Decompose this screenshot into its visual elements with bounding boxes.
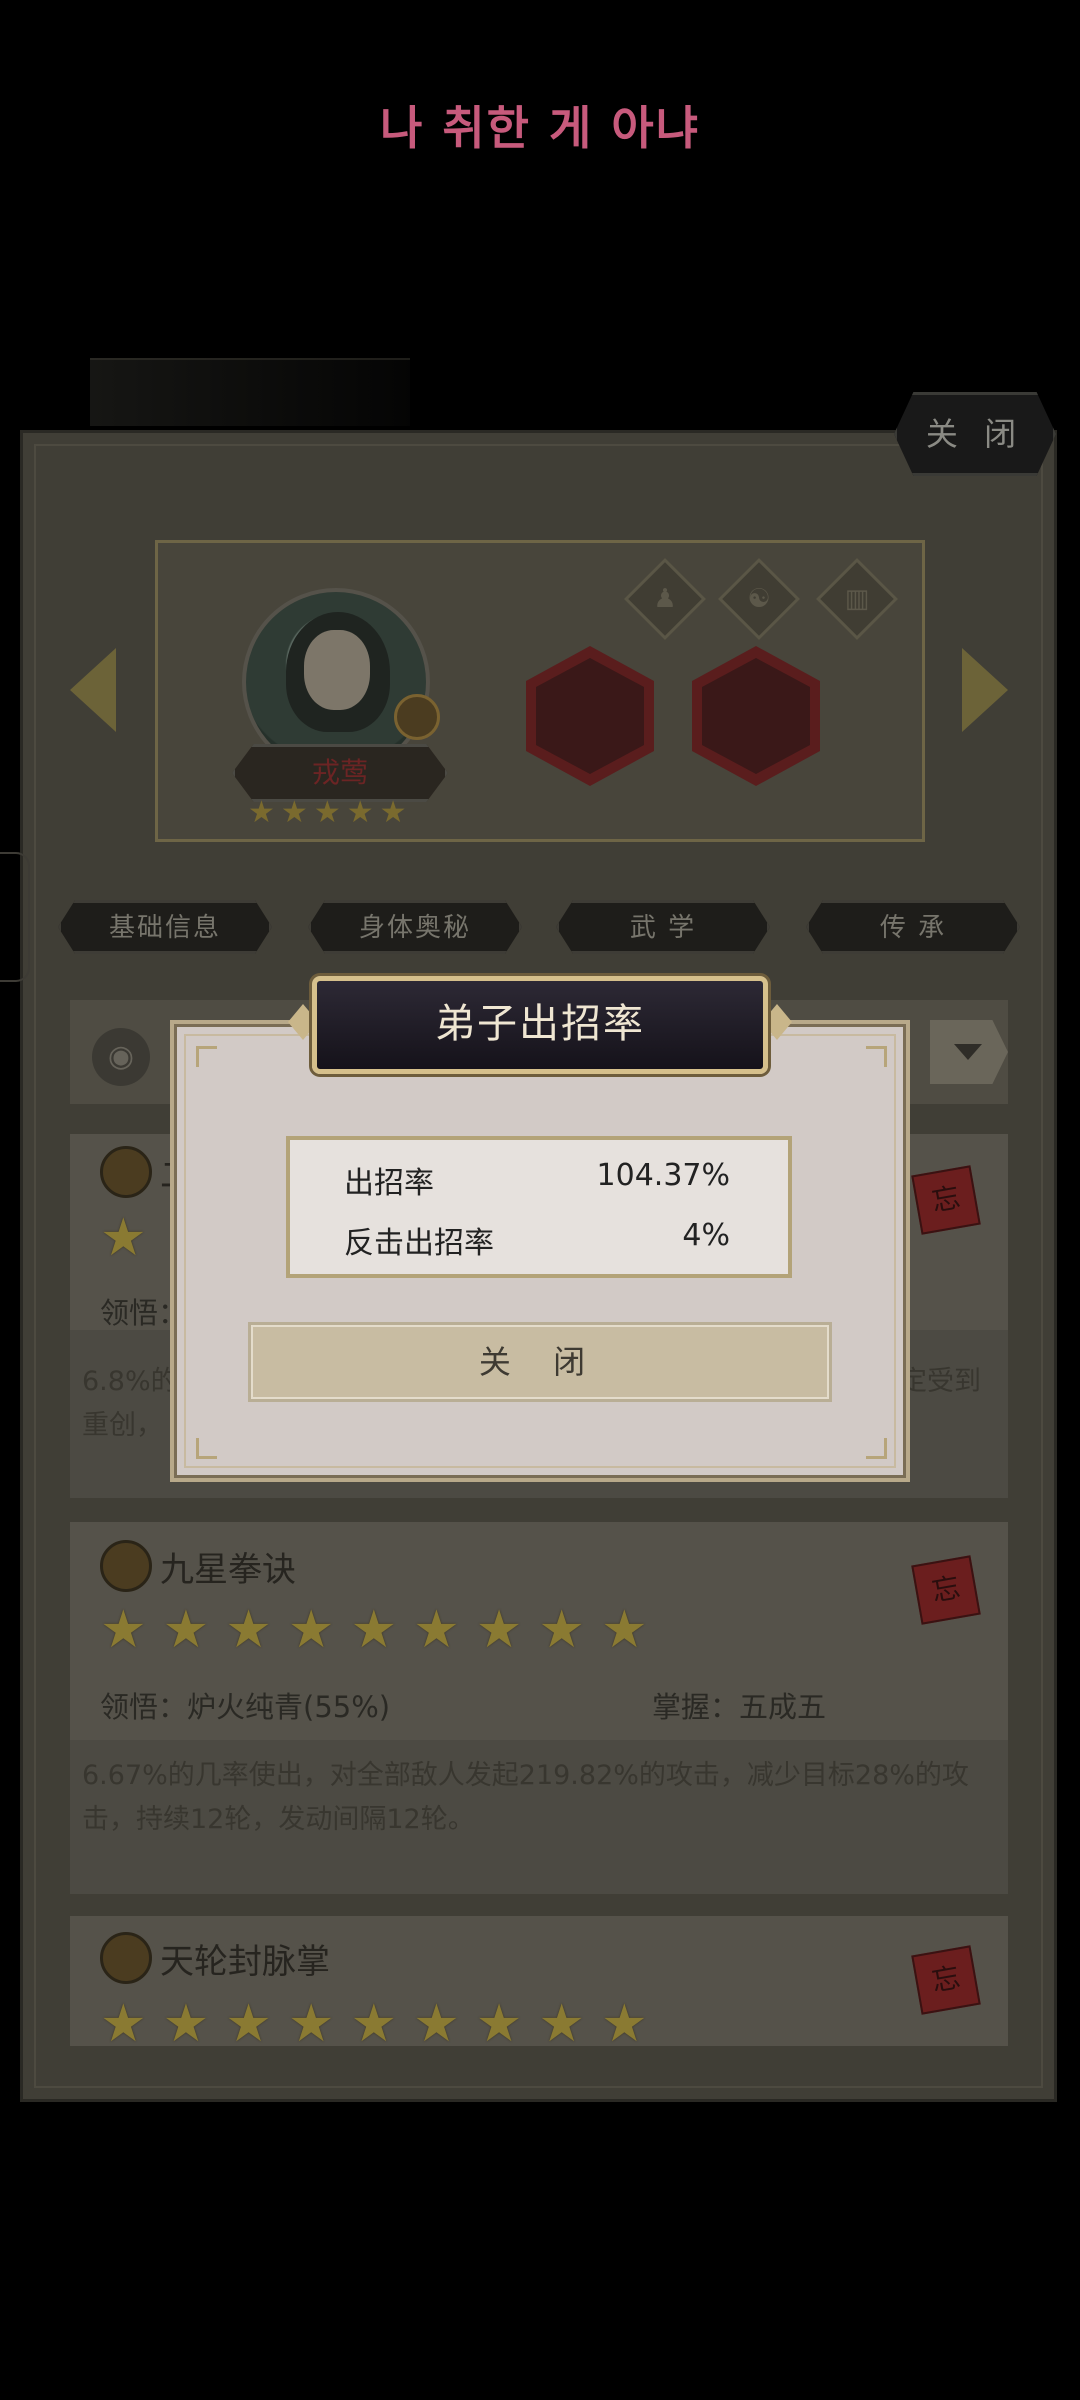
frame-corner bbox=[866, 1046, 887, 1067]
forget-skill-button[interactable]: 忘 bbox=[911, 1555, 981, 1625]
filter-dropdown[interactable] bbox=[930, 1020, 1008, 1084]
prev-character-arrow-icon[interactable] bbox=[70, 648, 116, 732]
star-icon: ★ bbox=[280, 795, 308, 830]
rate-label: 反击出招率 bbox=[344, 1226, 494, 1261]
star-icon: ★ bbox=[538, 1998, 585, 2044]
star-icon: ★ bbox=[287, 1600, 335, 1660]
portrait-face bbox=[304, 630, 370, 710]
next-character-arrow-icon[interactable] bbox=[962, 648, 1008, 732]
side-handle bbox=[0, 852, 30, 982]
star-icon: ★ bbox=[313, 795, 341, 830]
skill-mastery: 掌握：五成五 bbox=[652, 1690, 827, 1724]
frame-corner bbox=[866, 1438, 887, 1459]
star-icon: ★ bbox=[162, 1600, 210, 1660]
star-icon: ★ bbox=[225, 1600, 272, 1660]
forget-skill-button[interactable]: 忘 bbox=[911, 1945, 981, 2015]
rate-value: 104.37% bbox=[596, 1158, 730, 1193]
rate-row: 反击出招率 4% bbox=[344, 1218, 730, 1262]
frame-corner bbox=[196, 1438, 217, 1459]
skill-type-icon bbox=[100, 1146, 152, 1198]
star-icon: ★ bbox=[225, 1998, 272, 2044]
skill-star-rating: ★ bbox=[100, 1212, 147, 1264]
tab-inheritance[interactable]: 传 承 bbox=[806, 900, 1020, 954]
star-icon: ★ bbox=[475, 1998, 523, 2044]
skill-star-rating: ★ ★ ★ ★ ★ ★ ★ ★ ★ bbox=[100, 1604, 648, 1656]
star-icon: ★ bbox=[601, 1998, 648, 2044]
rate-value: 4% bbox=[682, 1218, 730, 1253]
skill-comprehension: 领悟：炉火纯青(55%) bbox=[100, 1690, 391, 1724]
star-icon: ★ bbox=[100, 1600, 147, 1660]
star-icon: ★ bbox=[601, 1600, 648, 1660]
star-icon: ★ bbox=[162, 1998, 210, 2044]
skill-description: 重创， bbox=[82, 1410, 163, 1441]
skill-star-rating: ★ ★ ★ ★ ★ ★ ★ ★ ★ bbox=[100, 1998, 648, 2044]
sect-badge-icon bbox=[394, 694, 440, 740]
skill-description: 6.8%的 bbox=[82, 1366, 178, 1397]
skill-description: 定受到 bbox=[900, 1366, 981, 1397]
skill-type-icon bbox=[100, 1932, 152, 1984]
modal-title: 弟子出招率 bbox=[312, 976, 768, 1074]
modal-close-button[interactable]: 关 闭 bbox=[248, 1322, 832, 1402]
rate-row: 出招率 104.37% bbox=[344, 1158, 730, 1202]
star-icon: ★ bbox=[346, 795, 374, 830]
star-icon: ★ bbox=[100, 1998, 147, 2044]
panel-close-button[interactable]: 关 闭 bbox=[894, 392, 1056, 476]
tab-basic-info[interactable]: 基础信息 bbox=[58, 900, 272, 954]
skill-type-icon bbox=[100, 1540, 152, 1592]
frame-corner bbox=[196, 1046, 217, 1067]
character-name: 戎莺 bbox=[232, 744, 448, 802]
star-icon: ★ bbox=[379, 795, 407, 830]
star-icon: ★ bbox=[413, 1998, 460, 2044]
star-icon: ★ bbox=[538, 1600, 585, 1660]
star-icon: ★ bbox=[287, 1998, 335, 2044]
tab-martial-arts[interactable]: 武 学 bbox=[556, 900, 770, 954]
faded-header-strip bbox=[90, 358, 410, 426]
tab-body-secrets[interactable]: 身体奥秘 bbox=[308, 900, 522, 954]
attack-rate-table: 出招率 104.37% 反击出招率 4% bbox=[286, 1136, 792, 1278]
horse-icon bbox=[702, 658, 810, 774]
rate-label: 出招率 bbox=[344, 1166, 434, 1201]
star-icon: ★ bbox=[350, 1600, 398, 1660]
chevron-down-icon bbox=[954, 1044, 982, 1060]
weapon-icon bbox=[536, 658, 644, 774]
forget-skill-button[interactable]: 忘 bbox=[911, 1165, 981, 1235]
lyric-overlay-text: 나 취한 게 아냐 bbox=[380, 101, 700, 155]
star-icon: ★ bbox=[248, 795, 275, 830]
star-icon: ★ bbox=[350, 1998, 398, 2044]
star-icon: ★ bbox=[475, 1600, 523, 1660]
skill-description: 6.67%的几率使出，对全部敌人发起219.82%的攻击，减少目标28%的攻击，… bbox=[82, 1760, 969, 1835]
eye-icon[interactable]: ◉ bbox=[92, 1028, 150, 1086]
skill-name: 天轮封脉掌 bbox=[160, 1942, 330, 1982]
skill-name: 九星拳诀 bbox=[160, 1550, 296, 1590]
character-star-rating: ★ ★ ★ ★ ★ bbox=[248, 798, 407, 828]
star-icon: ★ bbox=[413, 1600, 460, 1660]
star-icon: ★ bbox=[100, 1208, 147, 1268]
